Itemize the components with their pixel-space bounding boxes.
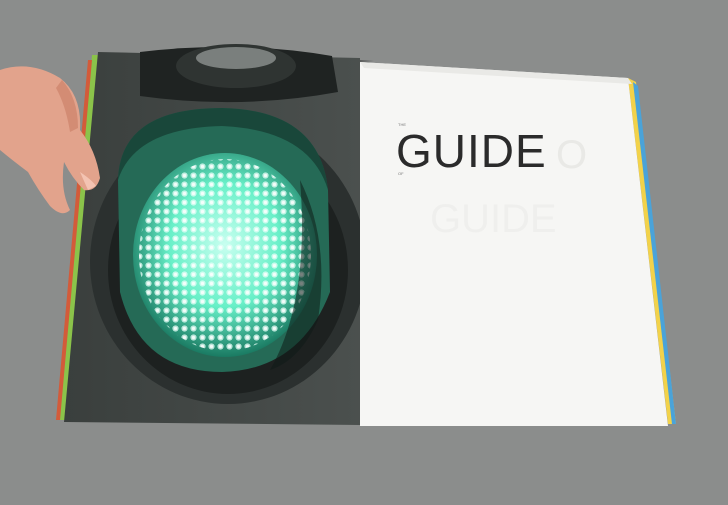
svg-text:GUIDE: GUIDE [430,197,557,241]
open-book-illustration: O GUIDE [0,44,676,426]
right-page [360,62,668,426]
svg-text:O: O [556,133,587,177]
page-heading: GUIDE [396,125,547,177]
small-caption-bottom: OF [398,171,404,176]
photo-scene: O GUIDE THE GUIDE OF [0,0,728,500]
